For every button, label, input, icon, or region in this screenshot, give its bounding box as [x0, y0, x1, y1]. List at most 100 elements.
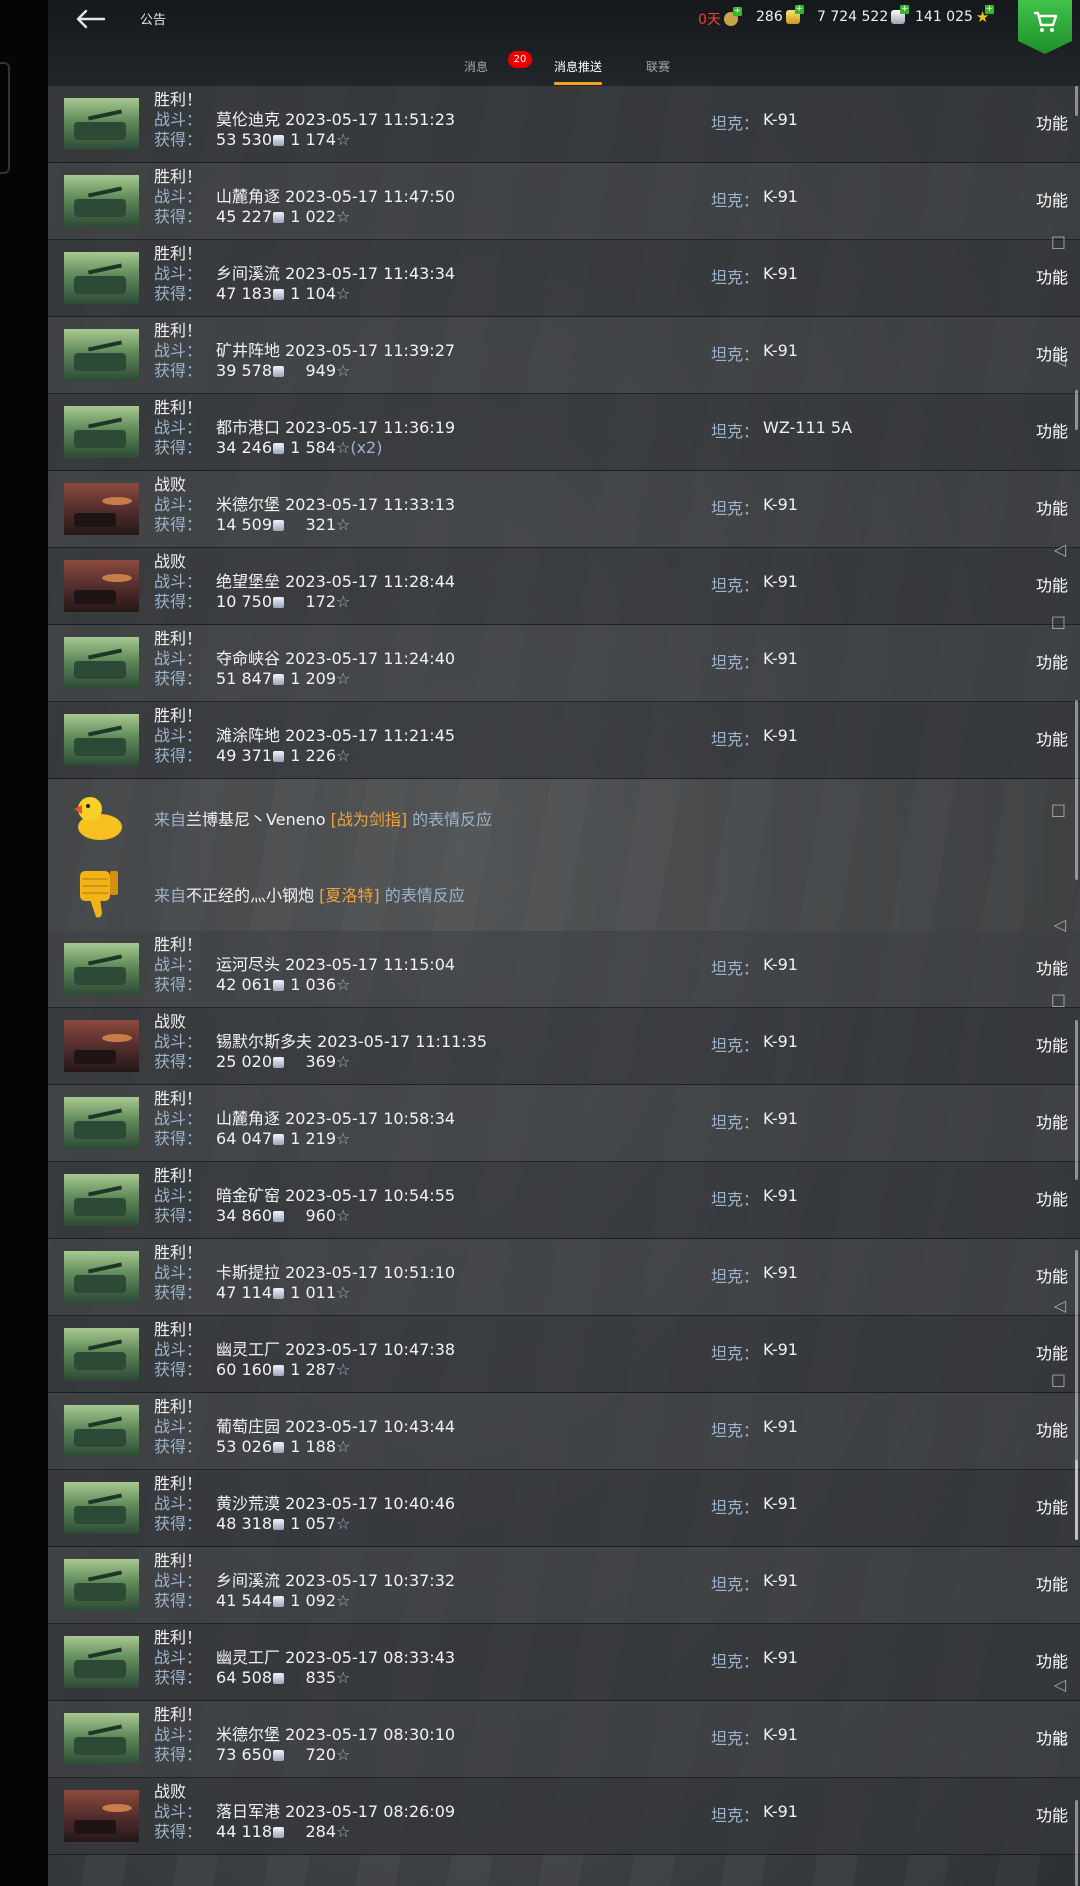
back-nav-icon[interactable]: ◁	[1054, 1728, 1066, 1747]
tank-label: 坦克：	[711, 1344, 760, 1363]
scrollbar-segment	[1075, 1800, 1078, 1886]
battle-result-row[interactable]: 胜利！ 战斗： 莫伦迪克 2023-05-17 11:51:23 获得： 53 53…	[48, 86, 1080, 163]
battle-result-row[interactable]: 胜利！ 战斗： 山麓角逐 2023-05-17 10:58:34 获得： 64 04…	[48, 1085, 1080, 1162]
victory-thumbnail	[64, 1328, 139, 1380]
battle-result-row[interactable]: 胜利！ 战斗： 矿井阵地 2023-05-17 11:39:27 获得： 39 57…	[48, 317, 1080, 394]
result-line: 战败	[154, 475, 186, 495]
function-button[interactable]: 功能	[1036, 187, 1068, 211]
recent-apps-icon[interactable]: □	[1051, 232, 1066, 251]
battle-result-row[interactable]: 胜利！ 战斗： 米德尔堡 2023-05-17 08:30:10 获得： 73 65…	[48, 1701, 1080, 1778]
recent-apps-icon[interactable]: □	[1051, 990, 1066, 1009]
xp-earned: 172	[305, 592, 336, 611]
emoji-reaction-row[interactable]: 来自兰博基尼丶Veneno [战为剑指] 的表情反应	[48, 779, 1080, 855]
recent-apps-icon[interactable]: □	[1051, 612, 1066, 631]
back-nav-icon[interactable]: ◁	[1054, 350, 1066, 369]
tab-league[interactable]: 联赛	[646, 58, 670, 75]
recent-apps-icon[interactable]: □	[1051, 800, 1066, 819]
function-button[interactable]: 功能	[1036, 1109, 1068, 1133]
earned-line: 获得： 47 183 1 104☆	[154, 284, 350, 304]
xp-star-icon: ☆	[336, 515, 351, 534]
xp-earned: 1 022	[290, 207, 336, 226]
function-button[interactable]: 功能	[1036, 495, 1068, 519]
earned-label: 获得：	[154, 515, 203, 534]
battle-result-row[interactable]: 胜利！ 战斗： 幽灵工厂 2023-05-17 08:33:43 获得： 64 50…	[48, 1624, 1080, 1701]
battle-result-row[interactable]: 胜利！ 战斗： 暗金矿窑 2023-05-17 10:54:55 获得： 34 86…	[48, 1162, 1080, 1239]
function-button[interactable]: 功能	[1036, 1263, 1068, 1287]
free-xp-balance[interactable]: 141 025 ★ +	[915, 4, 994, 26]
credits-earned: 60 160	[216, 1360, 272, 1379]
function-button[interactable]: 功能	[1036, 955, 1068, 979]
silver-coin-icon	[273, 1827, 284, 1838]
silver-balance[interactable]: 7 724 522 +	[817, 5, 910, 25]
battle-result-row[interactable]: 胜利！ 战斗： 运河尽头 2023-05-17 11:15:04 获得： 42 06…	[48, 931, 1080, 1008]
back-nav-icon[interactable]: ◁	[1054, 1675, 1066, 1694]
earned-label: 获得：	[154, 746, 203, 765]
gold-balance[interactable]: 286 +	[756, 5, 804, 25]
battle-result-row[interactable]: 胜利！ 战斗： 幽灵工厂 2023-05-17 10:47:38 获得： 60 16…	[48, 1316, 1080, 1393]
silver-coin-icon	[273, 1750, 284, 1761]
map-name: 米德尔堡	[216, 1725, 281, 1744]
function-button[interactable]: 功能	[1036, 1494, 1068, 1518]
battle-result-row[interactable]: 胜利！ 战斗： 夺命峡谷 2023-05-17 11:24:40 获得： 51 84…	[48, 625, 1080, 702]
page-title: 公告	[140, 13, 167, 28]
system-overlay	[1066, 0, 1080, 1886]
battle-result-row[interactable]: 胜利！ 战斗： 葡萄庄园 2023-05-17 10:43:44 获得： 53 02…	[48, 1393, 1080, 1470]
battle-result-row[interactable]: 胜利！ 战斗： 黄沙荒漠 2023-05-17 10:40:46 获得： 48 31…	[48, 1470, 1080, 1547]
back-nav-icon[interactable]: ◁	[1054, 1296, 1066, 1315]
battle-datetime: 2023-05-17 11:47:50	[285, 187, 456, 206]
xp-earned: 1 092	[290, 1591, 336, 1610]
function-button[interactable]: 功能	[1036, 649, 1068, 673]
function-button[interactable]: 功能	[1036, 264, 1068, 288]
function-button[interactable]: 功能	[1036, 1032, 1068, 1056]
battle-result-row[interactable]: 战败 战斗： 绝望堡垒 2023-05-17 11:28:44 获得： 10 750…	[48, 548, 1080, 625]
battle-result-row[interactable]: 胜利！ 战斗： 都市港口 2023-05-17 11:36:19 获得： 34 24…	[48, 394, 1080, 471]
emoji-reaction-row[interactable]: 来自不正经的灬小钢炮 [夏洛特] 的表情反应	[48, 855, 1080, 931]
battle-result-row[interactable]: 战败 战斗： 米德尔堡 2023-05-17 11:33:13 获得： 14 509…	[48, 471, 1080, 548]
earned-line: 获得： 73 650 720☆	[154, 1745, 350, 1765]
battle-result-row[interactable]: 胜利！ 战斗： 卡斯提拉 2023-05-17 10:51:10 获得： 47 11…	[48, 1239, 1080, 1316]
back-nav-icon[interactable]: ◁	[1054, 540, 1066, 559]
function-button[interactable]: 功能	[1036, 418, 1068, 442]
back-arrow-icon[interactable]	[70, 6, 108, 32]
active-tab-indicator	[554, 82, 602, 85]
back-nav-icon[interactable]: ◁	[1054, 915, 1066, 934]
victory-thumbnail	[64, 1559, 139, 1611]
credits-earned: 42 061	[216, 975, 272, 994]
battle-label: 战斗：	[154, 1263, 203, 1282]
battle-result-row[interactable]: 胜利！ 战斗： 滩涂阵地 2023-05-17 11:21:45 获得： 49 37…	[48, 702, 1080, 779]
battle-result-row[interactable]: 胜利！ 战斗： 山麓角逐 2023-05-17 11:47:50 获得： 45 22…	[48, 163, 1080, 240]
battle-datetime: 2023-05-17 10:40:46	[285, 1494, 456, 1513]
function-button[interactable]: 功能	[1036, 572, 1068, 596]
earned-label: 获得：	[154, 669, 203, 688]
recent-apps-icon[interactable]: □	[1051, 1370, 1066, 1389]
function-button[interactable]: 功能	[1036, 1802, 1068, 1826]
battle-result-row[interactable]: 战败 战斗： 锡默尔斯多夫 2023-05-17 11:11:35 获得： 25 0…	[48, 1008, 1080, 1085]
function-button[interactable]: 功能	[1036, 110, 1068, 134]
function-button[interactable]: 功能	[1036, 1571, 1068, 1595]
free-xp-star-icon: ★ +	[975, 4, 994, 26]
tank-label: 坦克：	[711, 422, 760, 441]
function-button[interactable]: 功能	[1036, 1340, 1068, 1364]
function-button[interactable]: 功能	[1036, 726, 1068, 750]
battle-result-row[interactable]: 胜利！ 战斗： 乡间溪流 2023-05-17 10:37:32 获得： 41 54…	[48, 1547, 1080, 1624]
tank-name: K-91	[763, 1340, 798, 1359]
earned-line: 获得： 41 544 1 092☆	[154, 1591, 350, 1611]
function-button[interactable]: 功能	[1036, 1417, 1068, 1441]
credits-earned: 48 318	[216, 1514, 272, 1533]
battle-datetime: 2023-05-17 10:58:34	[285, 1109, 456, 1128]
tab-messages[interactable]: 消息	[464, 58, 488, 75]
function-button[interactable]: 功能	[1036, 1186, 1068, 1210]
xp-earned: 1 226	[290, 746, 336, 765]
xp-star-icon: ☆	[336, 130, 351, 149]
battle-result-row[interactable]: 胜利！ 战斗： 乡间溪流 2023-05-17 11:43:34 获得： 47 18…	[48, 240, 1080, 317]
premium-days[interactable]: 0天 +	[698, 7, 742, 29]
xp-star-icon: ☆	[336, 1514, 351, 1533]
credits-earned: 39 578	[216, 361, 272, 380]
xp-star-icon: ☆	[336, 1283, 351, 1302]
shop-button[interactable]	[1018, 0, 1072, 54]
tab-notifications[interactable]: 消息推送	[554, 58, 602, 75]
function-button[interactable]: 功能	[1036, 1648, 1068, 1672]
xp-star-icon: ☆	[336, 1129, 351, 1148]
battle-result: 胜利！	[154, 935, 203, 954]
battle-result-row[interactable]: 战败 战斗： 落日军港 2023-05-17 08:26:09 获得： 44 118…	[48, 1778, 1080, 1855]
